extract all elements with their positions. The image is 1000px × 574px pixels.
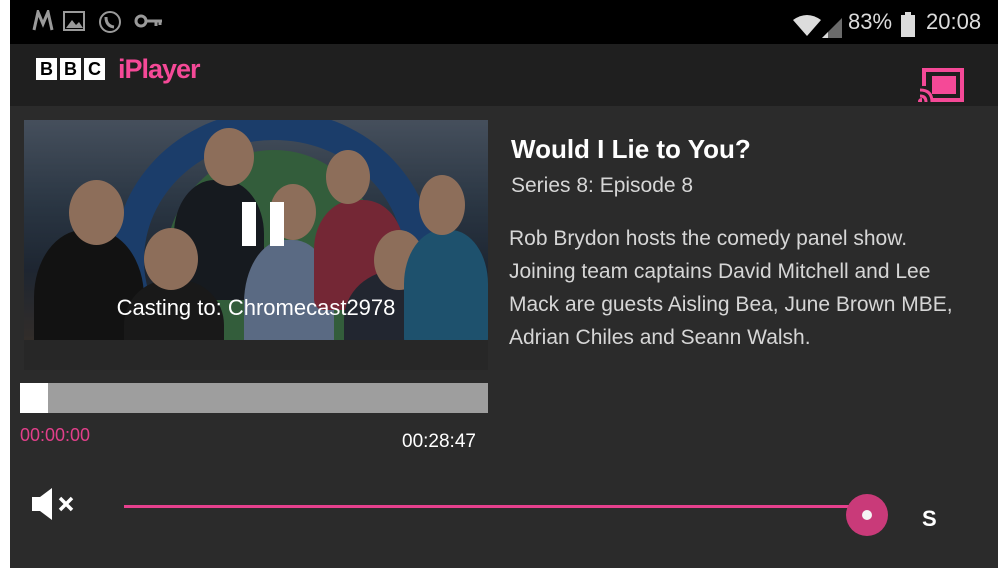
signal-icon <box>822 18 842 38</box>
wifi-icon <box>793 15 821 36</box>
app-bar: B B C iPlayer <box>10 44 998 106</box>
key-icon <box>134 14 162 28</box>
playback-progress-bar[interactable] <box>20 383 488 413</box>
m-notification-icon <box>32 10 54 31</box>
bbc-letter: B <box>60 58 81 80</box>
status-bar: 83% 20:08 <box>10 0 998 44</box>
battery-percent: 83% <box>848 9 893 34</box>
playback-progress-fill <box>20 383 49 413</box>
video-thumbnail[interactable]: Casting to: Chromecast2978 <box>24 120 488 370</box>
phone-screen: 83% 20:08 B B C iPlayer Casting to: Chro… <box>10 0 998 568</box>
bbc-letter: C <box>84 58 105 80</box>
volume-slider-track[interactable] <box>124 505 868 508</box>
phone-icon <box>99 11 121 33</box>
image-icon <box>63 11 85 31</box>
bbc-logo[interactable]: B B C <box>36 58 105 80</box>
clock: 20:08 <box>926 9 982 34</box>
volume-slider-thumb[interactable] <box>846 494 888 536</box>
settings-label[interactable]: S <box>922 506 937 532</box>
volume-mute-icon[interactable] <box>28 486 82 522</box>
casting-status: Casting to: Chromecast2978 <box>116 295 396 320</box>
total-duration: 00:28:47 <box>402 431 476 452</box>
pause-icon[interactable] <box>242 202 284 246</box>
battery-icon <box>901 12 915 37</box>
elapsed-time: 00:00:00 <box>20 425 91 445</box>
cast-connected-icon[interactable] <box>918 68 964 104</box>
episode-subtitle: Series 8: Episode 8 <box>511 174 694 197</box>
episode-description: Rob Brydon hosts the comedy panel show. … <box>509 227 953 349</box>
iplayer-wordmark: iPlayer <box>118 54 201 84</box>
episode-title: Would I Lie to You? <box>511 134 751 164</box>
bbc-letter: B <box>36 58 57 80</box>
